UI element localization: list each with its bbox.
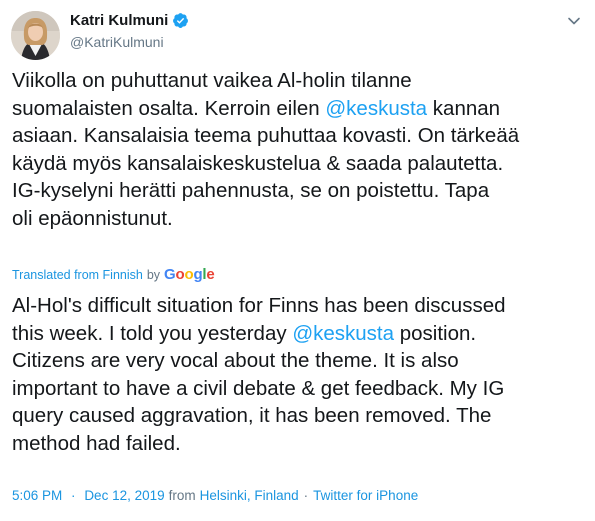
mention-link[interactable]: @keskusta bbox=[292, 322, 394, 345]
translated-text-line: method had failed. bbox=[12, 430, 582, 458]
translated-text-line: important to have a civil debate & get f… bbox=[12, 375, 582, 403]
google-logo-letter: e bbox=[206, 266, 215, 283]
text-segment: suomalaisten osalta. Kerroin eilen bbox=[12, 96, 326, 120]
translated-text-line: this week. I told you yesterday @keskust… bbox=[12, 320, 582, 348]
verified-badge-icon bbox=[172, 12, 189, 29]
translated-text-line: Al-Hol's difficult situation for Finns h… bbox=[12, 292, 582, 320]
translated-by-label: by bbox=[146, 267, 161, 282]
text-segment: query caused aggravation, it has been re… bbox=[12, 404, 492, 427]
text-segment: Al-Hol's difficult situation for Finns h… bbox=[12, 294, 506, 317]
tweet-time: 5:06 PM bbox=[12, 488, 63, 503]
tweet-text: Viikolla on puhuttanut vaikea Al-holin t… bbox=[12, 67, 582, 232]
translated-text-line: query caused aggravation, it has been re… bbox=[12, 402, 582, 430]
text-segment: Citizens are very vocal about the theme.… bbox=[12, 349, 459, 372]
source-link[interactable]: Twitter for iPhone bbox=[313, 488, 418, 503]
author-name-row[interactable]: Katri Kulmuni bbox=[70, 12, 189, 29]
from-label: from bbox=[168, 488, 196, 503]
separator-dot: · bbox=[303, 488, 309, 503]
tweet-text-line: asiaan. Kansalaisia teema puhuttaa kovas… bbox=[12, 122, 582, 150]
google-logo: Google bbox=[164, 266, 215, 283]
translated-from-link[interactable]: Translated from Finnish bbox=[12, 268, 143, 282]
tweet-text-line: suomalaisten osalta. Kerroin eilen @kesk… bbox=[12, 95, 582, 123]
avatar[interactable] bbox=[11, 11, 60, 60]
text-segment: oli epäonnistunut. bbox=[12, 206, 173, 230]
text-segment: method had failed. bbox=[12, 431, 181, 455]
tweet-meta: 5:06 PM · Dec 12, 2019 from Helsinki, Fi… bbox=[12, 488, 418, 503]
google-logo-letter: G bbox=[164, 266, 176, 283]
author-handle[interactable]: @KatriKulmuni bbox=[70, 34, 164, 50]
avatar-image bbox=[11, 11, 60, 60]
tweet-date: Dec 12, 2019 bbox=[84, 488, 165, 503]
translated-tweet-text: Al-Hol's difficult situation for Finns h… bbox=[12, 292, 582, 457]
tweet-text-line: oli epäonnistunut. bbox=[12, 205, 582, 233]
text-segment: Viikolla on puhuttanut vaikea Al-holin t… bbox=[12, 69, 412, 92]
tweet-timestamp-link[interactable]: 5:06 PM · Dec 12, 2019 bbox=[12, 488, 165, 503]
text-segment: kannan bbox=[427, 96, 501, 120]
text-segment: position. bbox=[394, 321, 477, 345]
mention-link[interactable]: @keskusta bbox=[325, 97, 427, 120]
text-segment: this week. I told you yesterday bbox=[12, 321, 293, 345]
chevron-down-icon[interactable] bbox=[567, 14, 581, 28]
author-display-name[interactable]: Katri Kulmuni bbox=[70, 12, 168, 29]
tweet-text-line: IG-kyselyni herätti pahennusta, se on po… bbox=[12, 177, 582, 205]
tweet-text-line: käydä myös kansalaiskeskustelua & saada … bbox=[12, 150, 582, 178]
text-segment: important to have a civil debate & get f… bbox=[12, 376, 505, 400]
text-segment: käydä myös kansalaiskeskustelua & saada … bbox=[12, 151, 504, 175]
text-segment: asiaan. Kansalaisia teema puhuttaa kovas… bbox=[12, 124, 520, 147]
translated-text-line: Citizens are very vocal about the theme.… bbox=[12, 347, 582, 375]
tweet-text-line: Viikolla on puhuttanut vaikea Al-holin t… bbox=[12, 67, 582, 95]
location-link[interactable]: Helsinki, Finland bbox=[200, 488, 299, 503]
text-segment: IG-kyselyni herätti pahennusta, se on po… bbox=[12, 179, 490, 202]
translation-attribution: Translated from Finnish by Google bbox=[12, 266, 215, 283]
separator-dot: · bbox=[71, 488, 76, 503]
